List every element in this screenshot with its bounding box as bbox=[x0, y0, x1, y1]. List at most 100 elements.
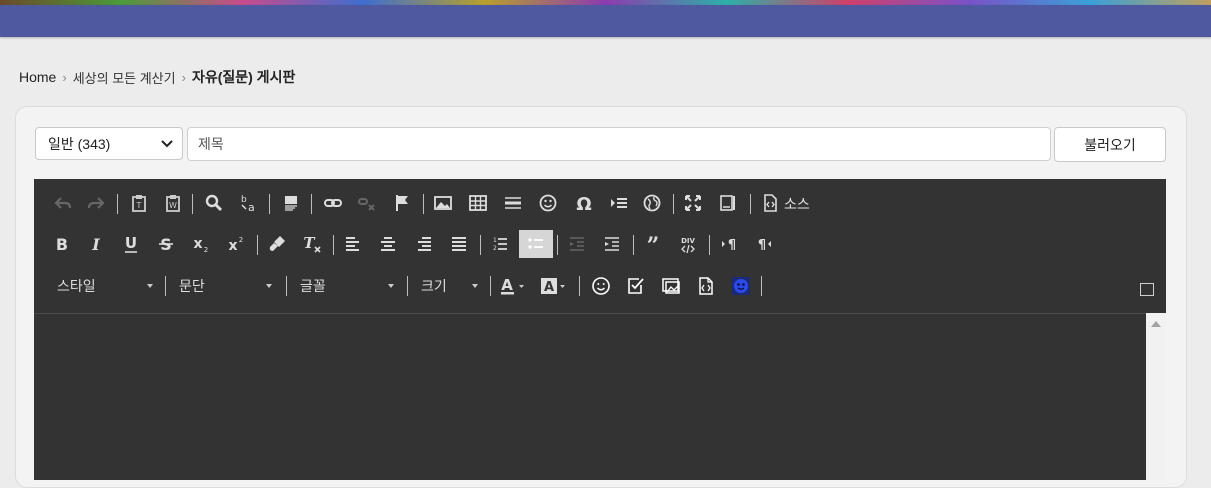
svg-text:b: b bbox=[241, 195, 247, 205]
align-justify-icon[interactable] bbox=[445, 230, 473, 258]
text-direction-rtl-icon[interactable]: ¶ bbox=[750, 230, 778, 258]
svg-text:2: 2 bbox=[204, 246, 208, 254]
toolbar-separator bbox=[673, 194, 674, 214]
select-all-icon[interactable] bbox=[277, 189, 305, 217]
svg-text:”: ” bbox=[647, 234, 660, 254]
breadcrumb-current[interactable]: 자유(질문) 게시판 bbox=[192, 67, 295, 87]
svg-text:¶: ¶ bbox=[758, 238, 766, 253]
paragraph-combo-label: 문단 bbox=[179, 278, 205, 294]
undo-icon[interactable] bbox=[49, 189, 77, 217]
toolbar-row-3: 스타일 문단 글꼴 크기 A A bbox=[34, 272, 1166, 304]
text-direction-ltr-icon[interactable]: ¶ bbox=[715, 230, 743, 258]
code-file-icon[interactable] bbox=[692, 272, 720, 300]
toolbar-separator bbox=[490, 276, 491, 296]
subscript-icon[interactable]: x2 bbox=[187, 230, 215, 258]
editor-maximize-box-icon[interactable] bbox=[1140, 283, 1154, 296]
find-icon[interactable] bbox=[200, 189, 228, 217]
anchor-flag-icon[interactable] bbox=[388, 189, 416, 217]
svg-text:DIV: DIV bbox=[681, 237, 695, 245]
font-size-combo[interactable]: 크기 bbox=[421, 272, 478, 300]
chevron-right-icon: › bbox=[181, 69, 186, 85]
align-center-icon[interactable] bbox=[374, 230, 402, 258]
strikethrough-icon[interactable]: S bbox=[152, 230, 180, 258]
maximize-icon[interactable] bbox=[679, 189, 707, 217]
toolbar-separator bbox=[192, 194, 193, 214]
italic-icon[interactable]: I bbox=[82, 230, 110, 258]
svg-text:U: U bbox=[125, 234, 137, 252]
toolbar-separator bbox=[557, 235, 558, 255]
horizontal-line-icon[interactable] bbox=[499, 189, 527, 217]
plugin-blue-icon[interactable] bbox=[727, 272, 755, 300]
chevron-down-icon bbox=[147, 284, 153, 288]
link-icon[interactable] bbox=[319, 189, 347, 217]
svg-text:x: x bbox=[193, 236, 202, 252]
svg-text:A: A bbox=[544, 280, 554, 295]
chevron-down-icon bbox=[472, 284, 478, 288]
show-blocks-icon[interactable] bbox=[714, 189, 742, 217]
chevron-down-icon bbox=[388, 284, 394, 288]
category-select-value: 일반 (343) bbox=[48, 135, 111, 152]
editor-scrollbar[interactable] bbox=[1146, 313, 1166, 479]
toolbar-separator bbox=[269, 194, 270, 214]
style-combo[interactable]: 스타일 bbox=[57, 272, 153, 300]
page-break-icon[interactable] bbox=[605, 189, 633, 217]
table-icon[interactable] bbox=[464, 189, 492, 217]
iframe-globe-icon[interactable] bbox=[638, 189, 666, 217]
title-placeholder: 제목 bbox=[198, 136, 224, 152]
remove-format-icon[interactable]: T bbox=[298, 230, 326, 258]
top-navigation-bar bbox=[0, 5, 1211, 37]
toolbar-separator bbox=[579, 276, 580, 296]
paragraph-format-combo[interactable]: 문단 bbox=[179, 272, 272, 300]
bulleted-list-icon[interactable] bbox=[519, 230, 553, 258]
chevron-down-icon bbox=[161, 140, 173, 148]
toolbar-row-1: T W ba Ω 소스 bbox=[34, 189, 1166, 221]
blockquote-icon[interactable]: ” bbox=[639, 230, 667, 258]
source-label[interactable]: 소스 bbox=[784, 194, 810, 214]
breadcrumb-level1[interactable]: 세상의 모든 계산기 bbox=[73, 68, 176, 87]
special-char-omega-icon[interactable]: Ω bbox=[570, 189, 598, 217]
paste-word-icon[interactable]: W bbox=[159, 189, 187, 217]
svg-text:¶: ¶ bbox=[728, 238, 736, 253]
paste-text-icon[interactable]: T bbox=[125, 189, 153, 217]
checkbox-icon[interactable] bbox=[622, 272, 650, 300]
svg-text:T: T bbox=[136, 201, 142, 210]
image-icon[interactable] bbox=[429, 189, 457, 217]
underline-icon[interactable]: U bbox=[117, 230, 145, 258]
svg-text:2: 2 bbox=[239, 236, 243, 244]
text-color-icon[interactable]: A bbox=[496, 272, 530, 300]
breadcrumb-home[interactable]: Home bbox=[19, 69, 56, 85]
redo-icon[interactable] bbox=[82, 189, 110, 217]
style-combo-label: 스타일 bbox=[57, 278, 96, 294]
toolbar-separator bbox=[333, 235, 334, 255]
scroll-up-arrow-icon[interactable] bbox=[1151, 321, 1161, 327]
unlink-icon[interactable] bbox=[353, 189, 381, 217]
bold-icon[interactable]: B bbox=[48, 230, 76, 258]
outdent-icon[interactable] bbox=[563, 230, 591, 258]
toolbar-separator bbox=[480, 235, 481, 255]
create-div-icon[interactable]: DIV bbox=[674, 230, 702, 258]
breadcrumb: Home › 세상의 모든 계산기 › 자유(질문) 게시판 bbox=[19, 67, 295, 87]
font-combo[interactable]: 글꼴 bbox=[300, 272, 394, 300]
align-left-icon[interactable] bbox=[339, 230, 367, 258]
image-gallery-icon[interactable] bbox=[657, 272, 685, 300]
load-button[interactable]: 불러오기 bbox=[1054, 127, 1166, 162]
toolbar-separator bbox=[117, 194, 118, 214]
align-right-icon[interactable] bbox=[410, 230, 438, 258]
numbered-list-icon[interactable]: 12 bbox=[486, 230, 514, 258]
category-select[interactable]: 일반 (343) bbox=[35, 127, 183, 160]
smiley-icon[interactable] bbox=[534, 189, 562, 217]
replace-icon[interactable]: ba bbox=[234, 189, 262, 217]
size-combo-label: 크기 bbox=[421, 278, 447, 294]
editor-content-area[interactable] bbox=[34, 313, 1146, 480]
copy-format-brush-icon[interactable] bbox=[263, 230, 291, 258]
svg-text:x: x bbox=[228, 238, 237, 254]
source-icon[interactable] bbox=[756, 189, 784, 217]
indent-icon[interactable] bbox=[598, 230, 626, 258]
title-input[interactable]: 제목 bbox=[187, 127, 1051, 161]
toolbar-separator bbox=[709, 235, 710, 255]
superscript-icon[interactable]: x2 bbox=[222, 230, 250, 258]
emoji-icon[interactable] bbox=[587, 272, 615, 300]
toolbar-separator bbox=[423, 194, 424, 214]
background-color-icon[interactable]: A bbox=[537, 272, 571, 300]
svg-text:B: B bbox=[56, 235, 68, 254]
